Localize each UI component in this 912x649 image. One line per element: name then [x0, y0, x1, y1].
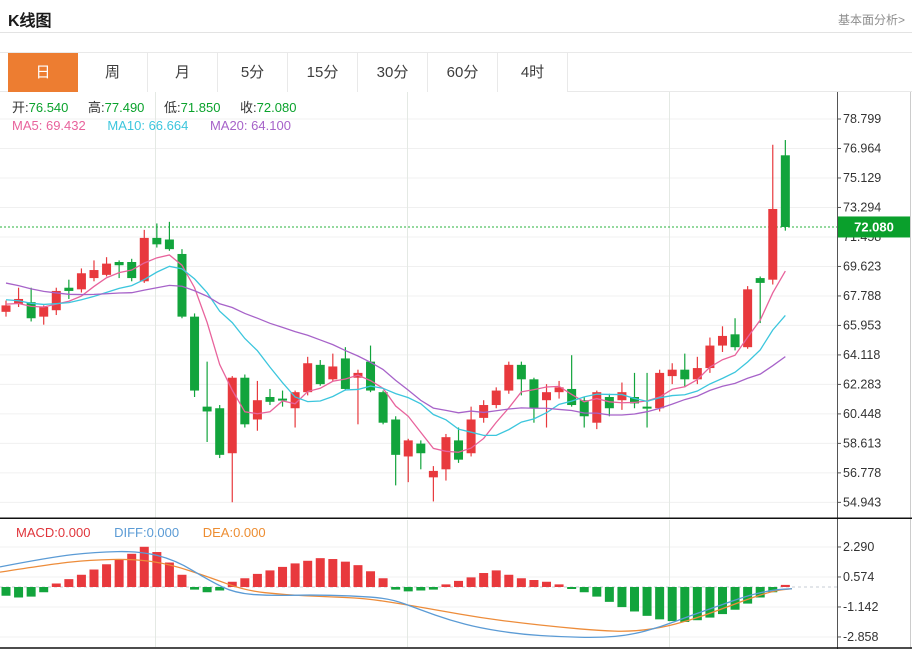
svg-text:76.964: 76.964: [843, 141, 881, 155]
candles: [2, 140, 790, 502]
widget-header: K线图 基本面分析>: [0, 0, 912, 33]
tab-day[interactable]: 日: [8, 53, 78, 92]
candlestick-chart[interactable]: 78.79976.96475.12973.29471.45869.62367.7…: [0, 92, 912, 519]
macd-label: MACD:: [16, 525, 58, 540]
svg-text:56.778: 56.778: [843, 466, 881, 480]
svg-text:78.799: 78.799: [843, 112, 881, 126]
macd-readout: MACD:0.000 DIFF:0.000 DEA:0.000: [16, 525, 286, 540]
ma-readout: MA5: 69.432 MA10: 66.664 MA20: 64.100: [12, 118, 309, 133]
dea-label: DEA:: [203, 525, 233, 540]
tab-4hour[interactable]: 4时: [498, 53, 568, 92]
svg-text:0.574: 0.574: [843, 570, 874, 584]
ohlc-readout: 开:76.540 高:77.490 低:71.850 收:72.080: [12, 97, 312, 116]
low-value: 71.850: [181, 100, 221, 115]
ma5-value: 69.432: [46, 118, 86, 133]
svg-text:54.943: 54.943: [843, 495, 881, 509]
svg-text:67.788: 67.788: [843, 289, 881, 303]
ma20-label: MA20:: [210, 118, 248, 133]
tab-month[interactable]: 月: [148, 53, 218, 92]
svg-text:73.294: 73.294: [843, 200, 881, 214]
svg-text:69.623: 69.623: [843, 259, 881, 273]
tab-5min[interactable]: 5分: [218, 53, 288, 92]
high-value: 77.490: [105, 100, 145, 115]
period-tab-bar: 日 周 月 5分 15分 30分 60分 4时: [0, 52, 912, 92]
price-axis-labels: 78.79976.96475.12973.29471.45869.62367.7…: [837, 112, 881, 509]
ma10-label: MA10:: [107, 118, 145, 133]
svg-text:62.283: 62.283: [843, 377, 881, 391]
tab-15min[interactable]: 15分: [288, 53, 358, 92]
page-title: K线图: [8, 7, 52, 31]
tab-60min[interactable]: 60分: [428, 53, 498, 92]
tab-30min[interactable]: 30分: [358, 53, 428, 92]
ma10-value: 66.664: [149, 118, 189, 133]
dea-value: 0.000: [233, 525, 266, 540]
open-value: 76.540: [29, 100, 69, 115]
svg-text:64.118: 64.118: [843, 348, 880, 362]
close-label: 收:: [240, 100, 257, 115]
svg-text:-2.858: -2.858: [843, 630, 878, 644]
ma5-label: MA5:: [12, 118, 42, 133]
diff-label: DIFF:: [114, 525, 147, 540]
fundamental-analysis-link[interactable]: 基本面分析>: [838, 11, 905, 28]
diff-value: 0.000: [147, 525, 180, 540]
svg-text:75.129: 75.129: [843, 171, 881, 185]
macd-axis-labels: 2.290 0.574 -1.142 -2.858: [837, 540, 878, 644]
ma10-line: [6, 266, 785, 435]
ma20-line: [6, 283, 785, 415]
svg-text:2.290: 2.290: [843, 540, 874, 554]
open-label: 开:: [12, 100, 29, 115]
low-label: 低:: [164, 100, 181, 115]
ma20-value: 64.100: [251, 118, 291, 133]
svg-text:58.613: 58.613: [843, 436, 881, 450]
kline-widget: K线图 基本面分析> 日 周 月 5分 15分 30分 60分 4时 78.79…: [0, 0, 912, 649]
macd-value: 0.000: [58, 525, 91, 540]
svg-text:60.448: 60.448: [843, 407, 881, 421]
macd-histogram: [2, 547, 790, 622]
tab-week[interactable]: 周: [78, 53, 148, 92]
svg-text:-1.142: -1.142: [843, 600, 878, 614]
current-price-tag: 72.080: [838, 216, 910, 237]
svg-text:72.080: 72.080: [854, 219, 894, 234]
main-gridlines: [0, 92, 837, 518]
close-value: 72.080: [257, 100, 297, 115]
high-label: 高:: [88, 100, 105, 115]
svg-text:65.953: 65.953: [843, 318, 881, 332]
